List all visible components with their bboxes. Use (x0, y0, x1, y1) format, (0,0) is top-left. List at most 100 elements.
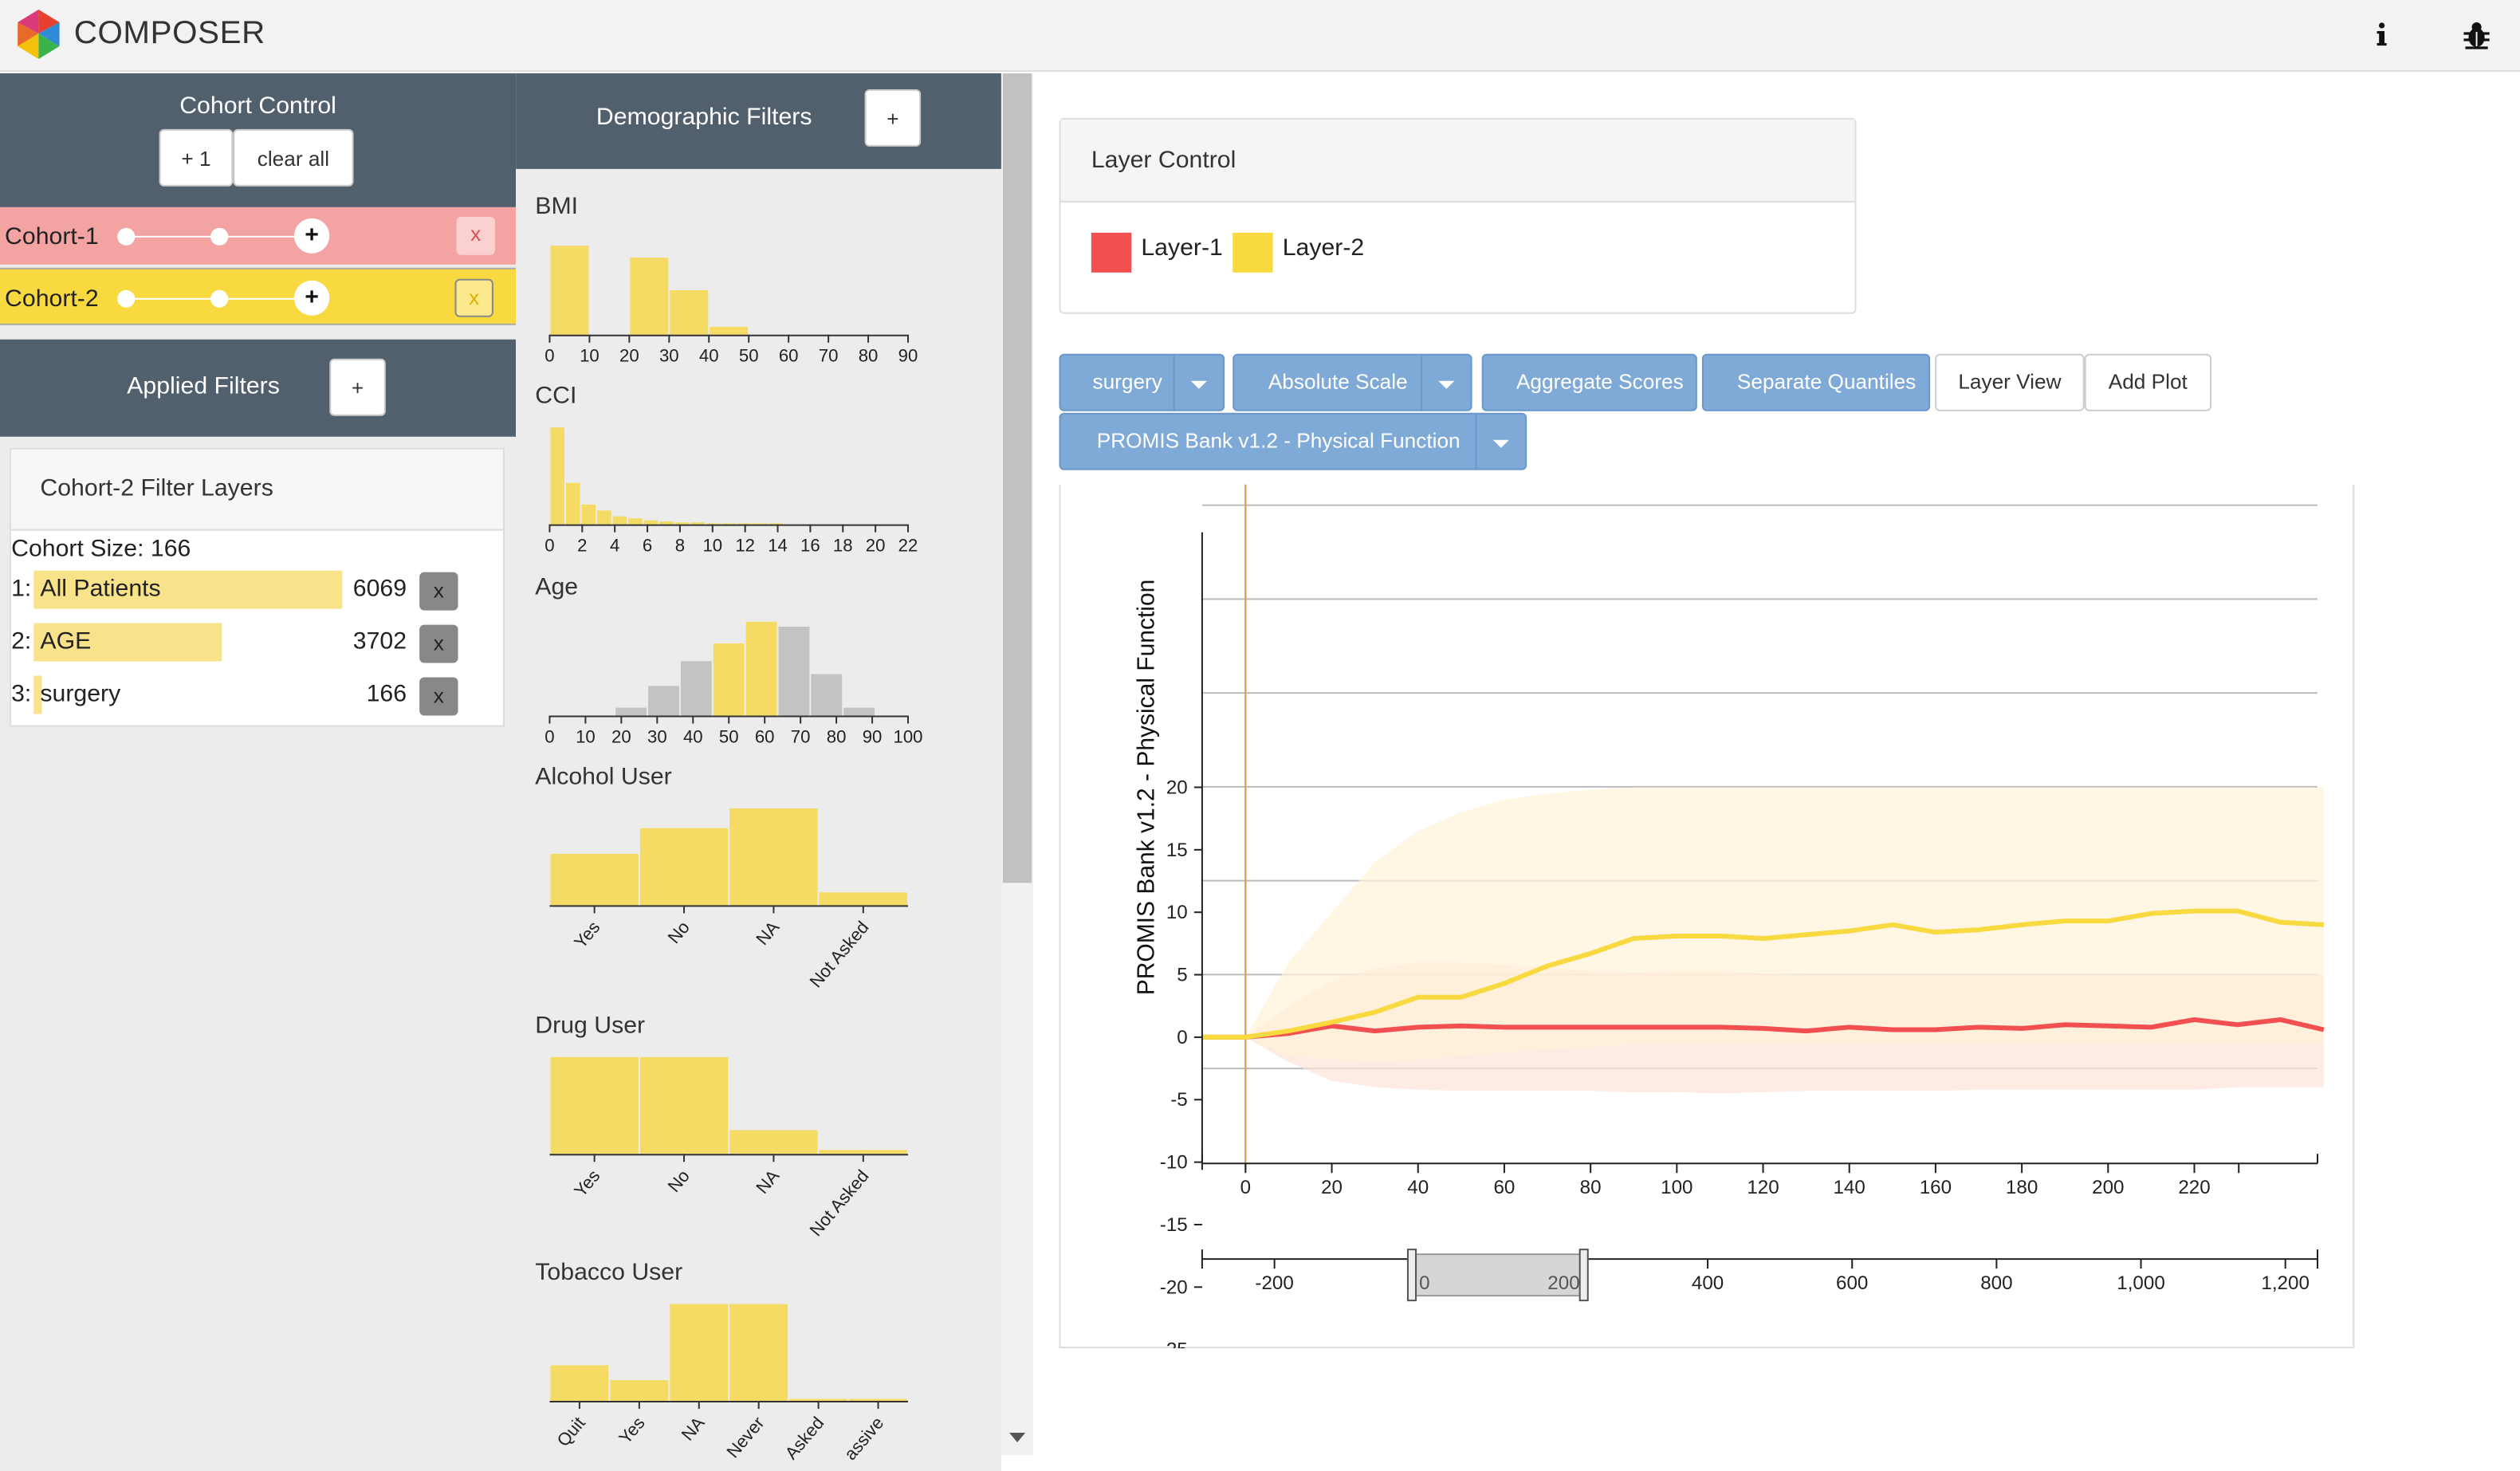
cohort-row-2[interactable]: Cohort-2 + x (0, 267, 517, 325)
remove-filter-button[interactable]: x (419, 677, 458, 716)
add-plot-button[interactable]: Add Plot (2084, 353, 2211, 411)
histogram-category-label: Yes (615, 1413, 648, 1447)
brush-selection-end-label: 200 (1547, 1272, 1579, 1294)
histogram-category-label: NA (752, 1166, 783, 1198)
histogram-category-label: Never (722, 1413, 768, 1461)
layer-control-card: Layer Control Layer-1 Layer-2 (1059, 117, 1857, 314)
histogram-bar (710, 326, 749, 335)
slider-handle[interactable] (210, 227, 229, 246)
scale-dropdown-button[interactable]: Absolute Scale (1232, 353, 1423, 411)
scrollbar-thumb[interactable] (1002, 73, 1032, 883)
surgery-dropdown-button[interactable]: surgery (1059, 353, 1175, 411)
histogram-category-label: Not Asked (806, 1166, 873, 1240)
histogram-bar (789, 1398, 848, 1402)
histogram-bar (729, 1304, 788, 1402)
applied-filters-header: Applied Filters + (0, 339, 517, 437)
filter-layer-row[interactable]: 2: AGE 3702 x (11, 623, 503, 665)
layer-2-label[interactable]: Layer-2 (1283, 234, 1365, 262)
histogram-tick-label: 10 (580, 346, 600, 366)
age-histogram[interactable]: 0 10 20 30 40 50 60 70 80 90 100 (516, 598, 1001, 749)
bug-icon[interactable] (2460, 19, 2492, 51)
x-tick-label: 20 (1321, 1177, 1343, 1198)
histogram-tick-label: 90 (863, 727, 883, 747)
add-layer-button[interactable]: + (293, 218, 330, 254)
add-layer-button[interactable]: + (293, 280, 330, 316)
histogram-tick-label: 8 (675, 536, 685, 556)
cohort-control-header: Cohort Control + 1 clear all (0, 73, 517, 207)
histogram-tick-label: 80 (859, 346, 879, 366)
add-demographic-filter-button[interactable]: + (864, 88, 922, 147)
add-filter-button[interactable]: + (329, 358, 386, 416)
aggregate-scores-button[interactable]: Aggregate Scores (1481, 353, 1697, 411)
slider-handle[interactable] (117, 227, 136, 246)
remove-filter-button[interactable]: x (419, 624, 458, 663)
x-tick-label: 180 (2006, 1177, 2038, 1198)
histogram-tick-label: 80 (827, 727, 847, 747)
alcohol-user-histogram[interactable]: Yes No NA Not Asked (516, 787, 1001, 1002)
histogram-bar (706, 523, 721, 525)
histogram-title: CCI (535, 382, 577, 410)
x-tick-label: 60 (1493, 1177, 1515, 1198)
quantile-band (1202, 787, 2324, 1063)
histogram-tick-label: 0 (544, 346, 554, 366)
filter-layer-row[interactable]: 3: surgery 166 x (11, 675, 503, 718)
separate-quantiles-button[interactable]: Separate Quantiles (1701, 353, 1931, 411)
clear-all-button[interactable]: clear all (233, 128, 354, 187)
y-tick-label: 15 (1166, 840, 1188, 861)
layer-control-title: Layer Control (1091, 146, 1236, 174)
histogram-tick-label: 40 (699, 346, 719, 366)
filter-layers-title: Cohort-2 Filter Layers (40, 474, 273, 502)
slider-handle[interactable] (117, 289, 136, 308)
y-tick-label: -20 (1160, 1276, 1188, 1298)
histogram-bar (843, 707, 875, 716)
brush-selection-start-label: 0 (1419, 1272, 1429, 1294)
histogram-bar (729, 1130, 818, 1154)
histogram-category-label: Yes (570, 918, 603, 952)
promis-line-chart[interactable]: 20151050-5-10-15-20-25-30PROMIS Bank v1.… (1061, 484, 2357, 1348)
add-cohort-button[interactable]: + 1 (159, 128, 234, 187)
histogram-tick-label: 22 (898, 536, 918, 556)
filter-layer-row[interactable]: 1: All Patients 6069 x (11, 570, 503, 612)
slider-handle[interactable] (210, 289, 229, 308)
histogram-category-label: assive (840, 1413, 888, 1464)
histogram-bar (819, 892, 907, 906)
drug-user-histogram[interactable]: Yes No NA Not Asked (516, 1036, 1001, 1251)
remove-filter-button[interactable]: x (419, 572, 458, 611)
remove-cohort-button[interactable]: x (456, 216, 495, 255)
tobacco-user-histogram[interactable]: Quit Yes NA Never Asked assive (516, 1283, 1001, 1471)
layer-1-swatch[interactable] (1091, 232, 1132, 273)
vertical-scrollbar[interactable] (1001, 73, 1034, 1456)
histogram-bar (769, 523, 783, 525)
remove-cohort-button[interactable]: x (454, 278, 493, 317)
x-tick-label: 140 (1834, 1177, 1865, 1198)
histogram-bar (550, 853, 639, 906)
demographic-filters-panel: Demographic Filters + BMI 0 10 20 30 40 50 60 7… (516, 73, 1001, 1471)
info-icon[interactable] (2365, 19, 2397, 51)
histogram-title: Age (535, 573, 579, 601)
histogram-category-label: No (663, 918, 693, 948)
measure-dropdown-button[interactable]: PROMIS Bank v1.2 - Physical Function (1059, 412, 1477, 470)
histogram-title: Tobacco User (535, 1259, 683, 1287)
histogram-bar (628, 518, 643, 525)
layer-control-header: Layer Control (1060, 119, 1855, 203)
histogram-tick-label: 20 (866, 536, 886, 556)
scroll-down-arrow-icon[interactable] (1009, 1431, 1026, 1444)
cci-histogram[interactable]: 0 2 4 6 8 10 12 14 16 18 20 22 (516, 407, 1001, 558)
layer-1-label[interactable]: Layer-1 (1141, 234, 1223, 262)
layer-2-swatch[interactable] (1232, 232, 1273, 273)
scale-caret-icon[interactable] (1421, 353, 1472, 411)
measure-caret-icon[interactable] (1475, 412, 1527, 470)
surgery-caret-icon[interactable] (1173, 353, 1225, 411)
bmi-histogram[interactable]: 0 10 20 30 40 50 60 70 80 90 (516, 217, 1001, 368)
histogram-tick-label: 20 (619, 346, 639, 366)
histogram-bar (778, 626, 810, 716)
applied-filters-title: Applied Filters (127, 372, 280, 400)
layer-view-button[interactable]: Layer View (1935, 353, 2085, 411)
filter-index: 3: (11, 680, 32, 708)
histogram-tick-label: 90 (898, 346, 918, 366)
histogram-tick-label: 0 (544, 727, 554, 747)
cohort-row-1[interactable]: Cohort-1 + x (0, 206, 517, 265)
histogram-bar (566, 482, 580, 525)
histogram-tick-label: 50 (739, 346, 759, 366)
composer-logo-icon (18, 9, 60, 59)
